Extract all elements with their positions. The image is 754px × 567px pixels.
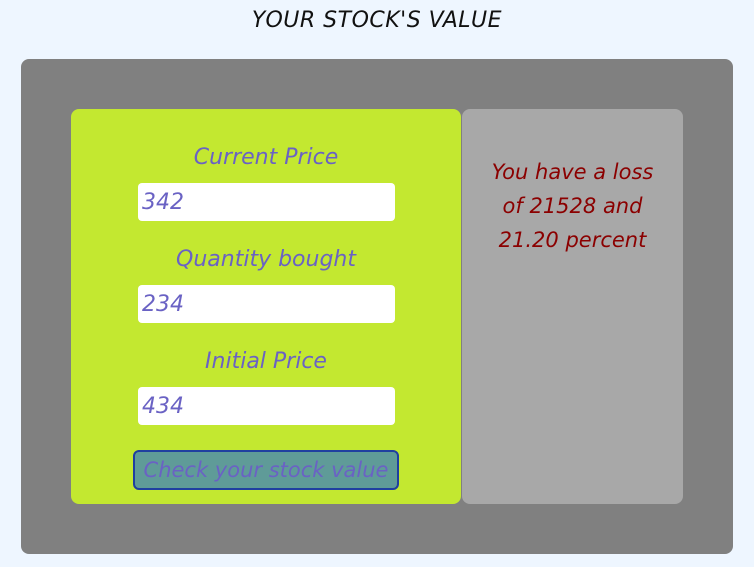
stock-form-panel: Current Price Quantity bought Initial Pr…	[71, 109, 461, 504]
app-container: Current Price Quantity bought Initial Pr…	[21, 59, 733, 554]
current-price-label: Current Price	[193, 145, 339, 170]
result-message: You have a loss of 21528 and 21.20 perce…	[491, 160, 654, 252]
page-title: YOUR STOCK'S VALUE	[251, 8, 503, 33]
current-price-input[interactable]	[138, 183, 395, 221]
check-stock-value-button[interactable]: Check your stock value	[133, 450, 399, 490]
initial-price-label: Initial Price	[205, 349, 327, 374]
initial-price-input[interactable]	[138, 387, 395, 425]
quantity-input[interactable]	[138, 285, 395, 323]
quantity-label: Quantity bought	[176, 247, 356, 272]
result-panel: You have a loss of 21528 and 21.20 perce…	[462, 109, 683, 504]
